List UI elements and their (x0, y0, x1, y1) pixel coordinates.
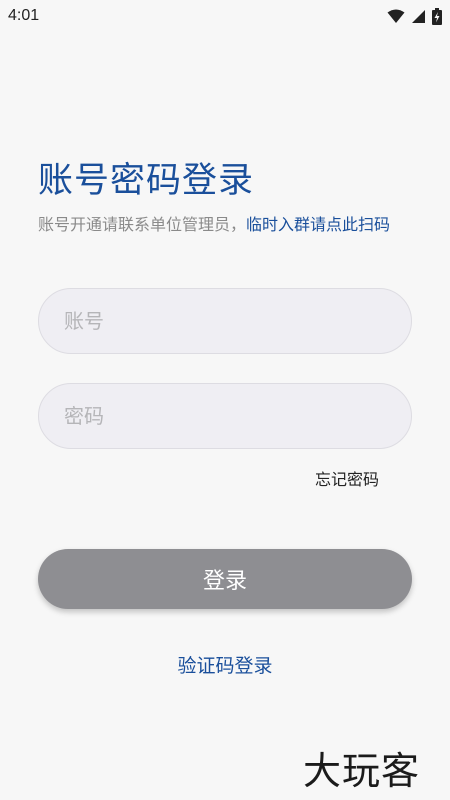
subtitle: 账号开通请联系单位管理员，临时入群请点此扫码 (38, 211, 390, 235)
account-input[interactable] (64, 309, 411, 333)
status-bar: 4:01 (0, 0, 450, 32)
subtitle-text: 账号开通请联系单位管理员， (38, 215, 247, 234)
status-icons (387, 7, 442, 25)
login-button[interactable]: 登录 (38, 549, 412, 609)
forgot-password-link[interactable]: 忘记密码 (315, 466, 379, 490)
password-input[interactable] (64, 404, 411, 428)
password-field[interactable] (38, 383, 412, 449)
wifi-icon (387, 9, 405, 24)
watermark-logo: 大玩客 (303, 749, 421, 793)
verification-code-login-link[interactable]: 验证码登录 (0, 651, 450, 678)
battery-charging-icon (432, 7, 442, 25)
status-time: 4:01 (8, 7, 40, 24)
scan-to-join-link[interactable]: 临时入群请点此扫码 (246, 215, 390, 234)
login-screen: 4:01 账号密码登录 账号开通请联系单位管理员，临时入群请点此扫码 账号 忘记… (0, 0, 450, 800)
page-title: 账号密码登录 (38, 161, 255, 201)
cellular-signal-icon (411, 9, 426, 24)
account-field[interactable] (38, 288, 412, 354)
